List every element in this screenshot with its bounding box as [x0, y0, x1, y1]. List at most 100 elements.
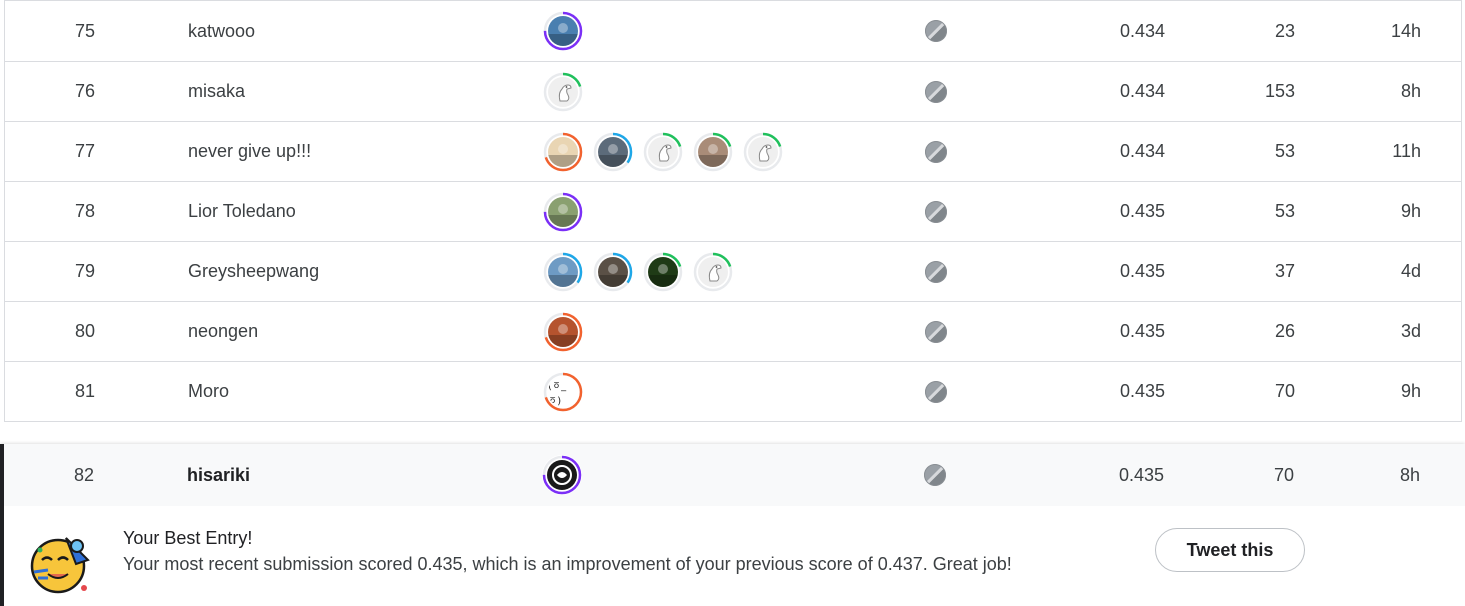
team-score: 0.435	[1119, 261, 1165, 281]
medal-cell	[925, 62, 947, 121]
team-entries: 153	[1264, 81, 1295, 101]
member-avatar[interactable]	[593, 251, 633, 292]
goose-default-icon	[698, 256, 728, 287]
leaderboard-row[interactable]: 80 neongen 0.435 26 3d	[4, 302, 1462, 362]
team-rank: 76	[74, 81, 96, 101]
goose-default-icon	[548, 76, 578, 107]
team-score: 0.434	[1119, 20, 1165, 41]
medal-icon	[925, 20, 947, 42]
member-avatar[interactable]	[543, 71, 583, 112]
goose-default-icon	[748, 136, 778, 167]
team-last-submission: 9h	[1400, 381, 1421, 401]
team-members	[543, 122, 783, 181]
team-members	[542, 444, 582, 506]
team-members: (ㆆ_ㆆ)	[543, 362, 583, 421]
medal-icon	[925, 260, 947, 283]
medal-icon	[925, 380, 947, 403]
my-team-section: 82 hisariki 0.435 70 8h Your Best Entry!…	[0, 444, 1465, 606]
team-score: 0.435	[1119, 321, 1165, 341]
member-avatar[interactable]	[743, 131, 783, 172]
medal-cell	[924, 444, 946, 506]
member-avatar[interactable]	[543, 131, 583, 172]
tweet-button[interactable]: Tweet this	[1155, 528, 1305, 572]
team-name[interactable]: never give up!!!	[188, 122, 311, 181]
member-avatar[interactable]	[543, 191, 583, 232]
member-avatar[interactable]	[593, 131, 633, 172]
party-face-icon	[30, 537, 90, 594]
team-score: 0.435	[1118, 464, 1164, 485]
team-entries: 70	[1274, 381, 1295, 401]
team-rank: 82	[73, 464, 95, 485]
team-rank: 78	[74, 201, 96, 221]
team-entries: 53	[1274, 141, 1295, 161]
leaderboard-row[interactable]: 78 Lior Toledano 0.435 53 9h	[4, 182, 1462, 242]
team-members	[543, 302, 583, 361]
best-entry-banner: Your Best Entry! Your most recent submis…	[4, 506, 1465, 606]
team-last-submission: 4d	[1400, 261, 1421, 281]
team-name[interactable]: Lior Toledano	[188, 182, 296, 241]
team-entries: 26	[1274, 321, 1295, 341]
photo-landscape-icon	[548, 16, 578, 46]
team-entries: 37	[1274, 261, 1295, 281]
team-last-submission: 8h	[1400, 81, 1421, 101]
my-team-row[interactable]: 82 hisariki 0.435 70 8h	[4, 444, 1465, 506]
member-avatar[interactable]	[543, 11, 583, 51]
team-name[interactable]: misaka	[188, 62, 245, 121]
medal-cell	[925, 242, 947, 301]
team-name[interactable]: neongen	[188, 302, 258, 361]
team-score: 0.435	[1119, 201, 1165, 221]
team-rank: 79	[74, 261, 96, 281]
member-avatar[interactable]	[693, 251, 733, 292]
medal-icon	[924, 464, 946, 486]
team-score: 0.435	[1119, 381, 1165, 401]
member-avatar[interactable]	[643, 251, 683, 292]
leaderboard-table: 75 katwooo 0.434 23 14h 76 misaka 0.434 153 8h 77 n…	[4, 0, 1462, 422]
team-entries: 70	[1273, 464, 1294, 485]
photo-rock-icon	[598, 256, 628, 287]
leaderboard-row[interactable]: 76 misaka 0.434 153 8h	[4, 62, 1462, 122]
team-score: 0.434	[1119, 141, 1165, 161]
leaderboard-row[interactable]: 81 Moro (ㆆ_ㆆ) 0.435 70 9h	[4, 362, 1462, 422]
team-entries: 53	[1274, 201, 1295, 221]
team-last-submission: 14h	[1390, 20, 1421, 41]
team-rank: 81	[74, 381, 96, 401]
team-entries: 23	[1274, 20, 1295, 41]
team-name[interactable]: Greysheepwang	[188, 242, 319, 301]
member-avatar[interactable]	[543, 251, 583, 292]
team-name[interactable]: hisariki	[187, 444, 250, 506]
medal-icon	[925, 320, 947, 343]
medal-cell	[925, 1, 947, 61]
team-last-submission: 3d	[1400, 321, 1421, 341]
medal-cell	[925, 122, 947, 181]
member-avatar[interactable]	[643, 131, 683, 172]
photo-dark-icon	[547, 460, 577, 490]
team-rank: 77	[74, 141, 96, 161]
member-avatar[interactable]	[542, 455, 582, 495]
team-last-submission: 11h	[1392, 141, 1421, 161]
banner-title: Your Best Entry!	[123, 528, 253, 548]
member-avatar[interactable]: (ㆆ_ㆆ)	[543, 371, 583, 412]
team-members	[543, 242, 733, 301]
team-score: 0.434	[1119, 81, 1165, 101]
medal-cell	[925, 362, 947, 421]
team-rank: 80	[74, 321, 96, 341]
face-text-icon: (ㆆ_ㆆ)	[548, 376, 578, 407]
team-last-submission: 9h	[1400, 201, 1421, 221]
medal-icon	[925, 140, 947, 163]
leaderboard-row[interactable]: 77 never give up!!! 0.434 53 11h	[4, 122, 1462, 182]
team-rank: 75	[74, 20, 96, 41]
leaderboard-row[interactable]: 79 Greysheepwang 0.435 37 4d	[4, 242, 1462, 302]
team-last-submission: 8h	[1399, 464, 1420, 485]
photo-person-icon	[598, 136, 628, 167]
member-avatar[interactable]	[543, 311, 583, 352]
leaderboard-row[interactable]: 75 katwooo 0.434 23 14h	[4, 0, 1462, 62]
team-name[interactable]: katwooo	[188, 1, 255, 61]
banner-message: Your most recent submission scored 0.435…	[123, 554, 1012, 574]
medal-icon	[925, 200, 947, 223]
team-name[interactable]: Moro	[188, 362, 229, 421]
team-members	[543, 62, 583, 121]
medal-cell	[925, 302, 947, 361]
member-avatar[interactable]	[693, 131, 733, 172]
goose-default-icon	[648, 136, 678, 167]
photo-sketch-icon	[548, 136, 578, 167]
